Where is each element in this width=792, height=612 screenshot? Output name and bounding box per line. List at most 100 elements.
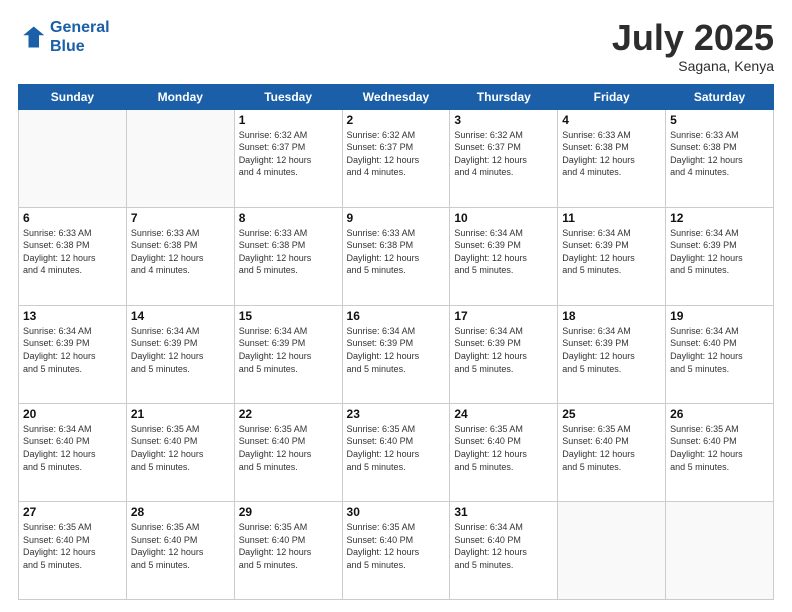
day-info: Sunrise: 6:35 AM Sunset: 6:40 PM Dayligh… (454, 423, 553, 473)
logo-text: General Blue (50, 18, 110, 56)
calendar-body: 1 Sunrise: 6:32 AM Sunset: 6:37 PM Daylig… (19, 109, 774, 599)
day-info: Sunrise: 6:34 AM Sunset: 6:39 PM Dayligh… (347, 325, 446, 375)
day-info: Sunrise: 6:33 AM Sunset: 6:38 PM Dayligh… (239, 227, 338, 277)
calendar-cell: 22Sunrise: 6:35 AM Sunset: 6:40 PM Dayli… (234, 403, 342, 501)
day-number: 11 (562, 211, 661, 225)
day-number: 24 (454, 407, 553, 421)
day-number: 4 (562, 113, 661, 127)
calendar-cell: 10 Sunrise: 6:34 AM Sunset: 6:39 PM Dayli… (450, 207, 558, 305)
calendar-cell: 6Sunrise: 6:33 AM Sunset: 6:38 PM Daylig… (19, 207, 127, 305)
calendar-week-row: 1 Sunrise: 6:32 AM Sunset: 6:37 PM Daylig… (19, 109, 774, 207)
day-number: 20 (23, 407, 122, 421)
page: General Blue July 2025 Sagana, Kenya Sun… (0, 0, 792, 612)
day-number: 3 (454, 113, 553, 127)
day-info: Sunrise: 6:35 AM Sunset: 6:40 PM Dayligh… (347, 521, 446, 571)
calendar-cell: 24 Sunrise: 6:35 AM Sunset: 6:40 PM Dayli… (450, 403, 558, 501)
day-info: Sunrise: 6:34 AM Sunset: 6:39 PM Dayligh… (562, 325, 661, 375)
day-info: Sunrise: 6:34 AM Sunset: 6:39 PM Dayligh… (670, 227, 769, 277)
day-info: Sunrise: 6:35 AM Sunset: 6:40 PM Dayligh… (670, 423, 769, 473)
day-number: 31 (454, 505, 553, 519)
day-info: Sunrise: 6:32 AM Sunset: 6:37 PM Dayligh… (239, 129, 338, 179)
calendar-week-row: 20 Sunrise: 6:34 AM Sunset: 6:40 PM Dayli… (19, 403, 774, 501)
day-number: 30 (347, 505, 446, 519)
day-number: 7 (131, 211, 230, 225)
days-of-week-row: SundayMondayTuesdayWednesdayThursdayFrid… (19, 84, 774, 109)
day-info: Sunrise: 6:35 AM Sunset: 6:40 PM Dayligh… (347, 423, 446, 473)
calendar-week-row: 27 Sunrise: 6:35 AM Sunset: 6:40 PM Dayli… (19, 501, 774, 599)
calendar-cell: 9 Sunrise: 6:33 AM Sunset: 6:38 PM Daylig… (342, 207, 450, 305)
calendar-cell: 17 Sunrise: 6:34 AM Sunset: 6:39 PM Dayli… (450, 305, 558, 403)
calendar-cell: 12 Sunrise: 6:34 AM Sunset: 6:39 PM Dayli… (666, 207, 774, 305)
dow-header: Sunday (19, 84, 127, 109)
day-number: 12 (670, 211, 769, 225)
calendar-week-row: 13 Sunrise: 6:34 AM Sunset: 6:39 PM Dayli… (19, 305, 774, 403)
day-number: 17 (454, 309, 553, 323)
day-info: Sunrise: 6:34 AM Sunset: 6:39 PM Dayligh… (562, 227, 661, 277)
day-info: Sunrise: 6:34 AM Sunset: 6:39 PM Dayligh… (454, 227, 553, 277)
header: General Blue July 2025 Sagana, Kenya (18, 18, 774, 74)
calendar-cell: 16Sunrise: 6:34 AM Sunset: 6:39 PM Dayli… (342, 305, 450, 403)
day-info: Sunrise: 6:33 AM Sunset: 6:38 PM Dayligh… (670, 129, 769, 179)
calendar-cell: 15Sunrise: 6:34 AM Sunset: 6:39 PM Dayli… (234, 305, 342, 403)
day-info: Sunrise: 6:35 AM Sunset: 6:40 PM Dayligh… (239, 423, 338, 473)
day-info: Sunrise: 6:34 AM Sunset: 6:39 PM Dayligh… (454, 325, 553, 375)
calendar-cell: 13 Sunrise: 6:34 AM Sunset: 6:39 PM Dayli… (19, 305, 127, 403)
calendar-cell: 28Sunrise: 6:35 AM Sunset: 6:40 PM Dayli… (126, 501, 234, 599)
calendar-cell: 26 Sunrise: 6:35 AM Sunset: 6:40 PM Dayli… (666, 403, 774, 501)
day-info: Sunrise: 6:35 AM Sunset: 6:40 PM Dayligh… (562, 423, 661, 473)
day-info: Sunrise: 6:32 AM Sunset: 6:37 PM Dayligh… (347, 129, 446, 179)
logo-icon (18, 23, 46, 51)
calendar-cell (126, 109, 234, 207)
day-info: Sunrise: 6:34 AM Sunset: 6:39 PM Dayligh… (131, 325, 230, 375)
title-block: July 2025 Sagana, Kenya (612, 18, 774, 74)
day-number: 28 (131, 505, 230, 519)
day-info: Sunrise: 6:34 AM Sunset: 6:40 PM Dayligh… (670, 325, 769, 375)
day-info: Sunrise: 6:34 AM Sunset: 6:40 PM Dayligh… (23, 423, 122, 473)
day-info: Sunrise: 6:33 AM Sunset: 6:38 PM Dayligh… (131, 227, 230, 277)
calendar-cell (19, 109, 127, 207)
calendar-table: SundayMondayTuesdayWednesdayThursdayFrid… (18, 84, 774, 600)
day-number: 13 (23, 309, 122, 323)
day-number: 14 (131, 309, 230, 323)
day-number: 9 (347, 211, 446, 225)
day-info: Sunrise: 6:35 AM Sunset: 6:40 PM Dayligh… (131, 423, 230, 473)
day-number: 1 (239, 113, 338, 127)
dow-header: Wednesday (342, 84, 450, 109)
day-number: 21 (131, 407, 230, 421)
calendar-cell: 11 Sunrise: 6:34 AM Sunset: 6:39 PM Dayli… (558, 207, 666, 305)
calendar-cell: 29 Sunrise: 6:35 AM Sunset: 6:40 PM Dayli… (234, 501, 342, 599)
day-info: Sunrise: 6:34 AM Sunset: 6:40 PM Dayligh… (454, 521, 553, 571)
day-info: Sunrise: 6:32 AM Sunset: 6:37 PM Dayligh… (454, 129, 553, 179)
day-number: 25 (562, 407, 661, 421)
day-number: 6 (23, 211, 122, 225)
calendar-cell: 20 Sunrise: 6:34 AM Sunset: 6:40 PM Dayli… (19, 403, 127, 501)
calendar-week-row: 6 Sunrise: 6:33 AM Sunset: 6:38 PM Daylig… (19, 207, 774, 305)
calendar-cell: 27 Sunrise: 6:35 AM Sunset: 6:40 PM Dayli… (19, 501, 127, 599)
calendar-cell: 8Sunrise: 6:33 AM Sunset: 6:38 PM Daylig… (234, 207, 342, 305)
day-number: 27 (23, 505, 122, 519)
calendar-cell (666, 501, 774, 599)
day-info: Sunrise: 6:34 AM Sunset: 6:39 PM Dayligh… (23, 325, 122, 375)
day-number: 26 (670, 407, 769, 421)
day-number: 10 (454, 211, 553, 225)
day-number: 15 (239, 309, 338, 323)
calendar-cell: 23 Sunrise: 6:35 AM Sunset: 6:40 PM Dayli… (342, 403, 450, 501)
calendar-cell (558, 501, 666, 599)
day-info: Sunrise: 6:33 AM Sunset: 6:38 PM Dayligh… (347, 227, 446, 277)
calendar-cell: 14 Sunrise: 6:34 AM Sunset: 6:39 PM Dayli… (126, 305, 234, 403)
day-number: 23 (347, 407, 446, 421)
calendar-cell: 1 Sunrise: 6:32 AM Sunset: 6:37 PM Daylig… (234, 109, 342, 207)
calendar-cell: 18Sunrise: 6:34 AM Sunset: 6:39 PM Dayli… (558, 305, 666, 403)
calendar-cell: 2 Sunrise: 6:32 AM Sunset: 6:37 PM Daylig… (342, 109, 450, 207)
calendar-cell: 30 Sunrise: 6:35 AM Sunset: 6:40 PM Dayli… (342, 501, 450, 599)
subtitle: Sagana, Kenya (612, 58, 774, 74)
day-number: 29 (239, 505, 338, 519)
calendar-cell: 7 Sunrise: 6:33 AM Sunset: 6:38 PM Daylig… (126, 207, 234, 305)
dow-header: Monday (126, 84, 234, 109)
day-number: 2 (347, 113, 446, 127)
dow-header: Saturday (666, 84, 774, 109)
calendar-cell: 4Sunrise: 6:33 AM Sunset: 6:38 PM Daylig… (558, 109, 666, 207)
day-info: Sunrise: 6:35 AM Sunset: 6:40 PM Dayligh… (23, 521, 122, 571)
dow-header: Thursday (450, 84, 558, 109)
day-info: Sunrise: 6:35 AM Sunset: 6:40 PM Dayligh… (239, 521, 338, 571)
